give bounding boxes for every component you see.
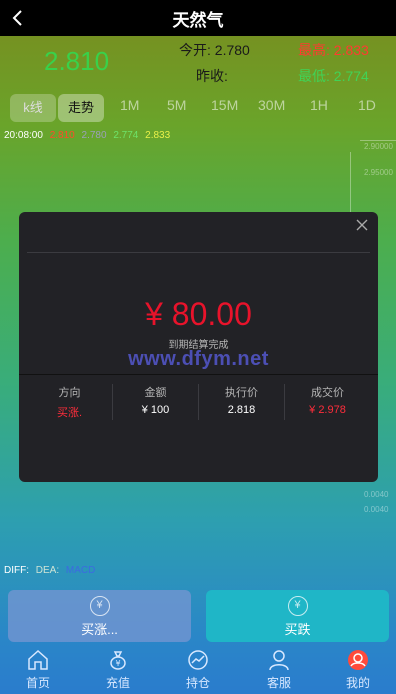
detail-strike-price: 执行价 2.818 (199, 384, 285, 420)
tab-trend[interactable]: 走势 (58, 94, 104, 122)
divider (27, 252, 370, 253)
nav-service-label: 客服 (266, 676, 291, 690)
yen-icon: ¥ (89, 596, 110, 616)
low-label: 最低: (298, 68, 330, 84)
page-title: 天然气 (172, 10, 224, 30)
high-stat: 最高: 2.833 (298, 40, 369, 60)
nav-recharge-label: 充值 (105, 676, 130, 690)
prev-label: 昨收: (196, 68, 228, 84)
axis-tick: 2.95000 (364, 168, 393, 177)
user-icon (269, 650, 289, 671)
open-value: 2.780 (214, 42, 250, 58)
money-bag-icon: ¥ (110, 651, 126, 670)
buy-down-label: 买跌 (284, 622, 311, 637)
ohlc-readout: 20:08:00 2.810 2.780 2.774 2.833 (4, 130, 174, 141)
watermark: www.dfym.net (128, 348, 269, 370)
svg-text:¥: ¥ (115, 659, 120, 668)
open-stat: 今开: 2.780 (179, 40, 250, 60)
tab-1d[interactable]: 1D (358, 97, 376, 113)
tab-30m[interactable]: 30M (258, 97, 285, 113)
profit-amount: ¥ 80.00 (145, 296, 252, 332)
nav-home-label: 首页 (25, 676, 50, 690)
tab-15m[interactable]: 15M (211, 97, 238, 113)
axis-tick: 0.0040 (364, 490, 389, 499)
ohlc-open: 2.810 (49, 130, 75, 141)
detail-value: 买涨. (56, 407, 83, 419)
home-icon (28, 649, 48, 670)
detail-header: 方向 (58, 387, 81, 399)
period-tabs: k线 走势 1M 5M 15M 30M 1H 1D (0, 90, 396, 124)
buy-down-button[interactable]: ¥ 买跌 (206, 590, 389, 642)
title-bar: 天然气 (0, 0, 396, 36)
detail-deal-price: 成交价 ¥ 2.978 (285, 384, 370, 420)
detail-value: 2.818 (227, 404, 256, 416)
ohlc-low: 2.774 (113, 130, 139, 141)
tab-5m[interactable]: 5M (167, 97, 186, 113)
macd-label: MACD (65, 565, 96, 576)
nav-mine[interactable]: 我的 (328, 644, 388, 691)
tab-1m[interactable]: 1M (120, 97, 139, 113)
detail-value: ¥ 2.978 (309, 404, 346, 416)
detail-header: 执行价 (225, 387, 258, 399)
ohlc-high: 2.780 (81, 130, 107, 141)
high-label: 最高: (298, 42, 330, 58)
back-icon[interactable] (8, 8, 28, 28)
ohlc-time: 20:08:00 (4, 130, 43, 141)
detail-header: 金额 (144, 387, 167, 399)
ohlc-close: 2.833 (145, 130, 171, 141)
quote-panel: 2.810 今开: 2.780 最高: 2.833 昨收: 最低: 2.774 (0, 36, 396, 90)
dea-label: DEA: (35, 565, 60, 576)
low-value: 2.774 (333, 68, 369, 84)
nav-recharge[interactable]: ¥ 充值 (88, 644, 148, 691)
profile-icon (348, 650, 368, 670)
chart-candle-wick (350, 152, 351, 212)
detail-amount: 金额 ¥ 100 (113, 384, 199, 420)
nav-positions[interactable]: 持仓 (168, 644, 228, 691)
open-label: 今开: (179, 42, 211, 58)
trade-details: 方向 买涨. 金额 ¥ 100 执行价 2.818 成交价 ¥ 2.978 (27, 384, 370, 420)
chart-icon (188, 650, 208, 670)
current-price: 2.810 (44, 46, 110, 76)
settlement-dialog: ¥ 80.00 到期结算完成 www.dfym.net 方向 买涨. 金额 ¥ … (19, 212, 378, 482)
detail-direction: 方向 买涨. (27, 384, 113, 420)
diff-label: DIFF: (4, 565, 29, 576)
yen-icon: ¥ (287, 596, 308, 616)
low-stat: 最低: 2.774 (298, 66, 369, 86)
prev-stat: 昨收: (196, 66, 228, 86)
detail-header: 成交价 (311, 387, 344, 399)
divider (19, 374, 378, 375)
axis-tick: 0.0040 (364, 505, 389, 514)
high-value: 2.833 (333, 42, 369, 58)
macd-legend: DIFF: DEA: MACD (4, 565, 95, 576)
tab-kline[interactable]: k线 (10, 94, 56, 122)
close-icon[interactable] (355, 218, 369, 232)
buy-up-button[interactable]: ¥ 买涨... (8, 590, 191, 642)
tab-1h[interactable]: 1H (310, 97, 328, 113)
buy-up-label: 买涨... (81, 622, 118, 637)
detail-value: ¥ 100 (141, 404, 170, 416)
chart-gridline (360, 140, 396, 141)
axis-tick: 2.90000 (364, 142, 393, 151)
nav-mine-label: 我的 (345, 676, 370, 690)
nav-service[interactable]: 客服 (249, 644, 309, 691)
nav-home[interactable]: 首页 (8, 644, 68, 691)
nav-positions-label: 持仓 (185, 676, 210, 690)
bottom-nav: 首页 ¥ 充值 持仓 客服 我的 (0, 644, 396, 694)
